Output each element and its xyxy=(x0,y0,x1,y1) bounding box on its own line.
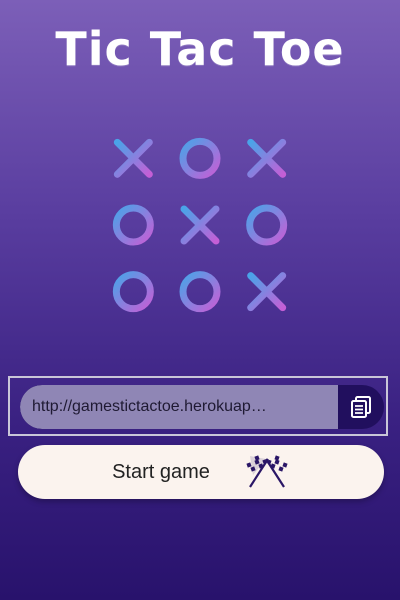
x-mark xyxy=(247,138,287,178)
copy-icon xyxy=(351,396,371,418)
checkered-flags-icon xyxy=(246,455,288,488)
o-mark xyxy=(246,204,288,246)
url-pill: http://gamestictactoe.herokuap… xyxy=(20,385,384,429)
o-mark xyxy=(112,204,154,246)
tic-tac-toe-board xyxy=(101,126,299,324)
board-logo xyxy=(100,125,300,325)
o-mark xyxy=(179,137,221,179)
copy-button[interactable] xyxy=(338,385,384,429)
o-mark xyxy=(112,271,154,313)
start-game-button[interactable]: Start game xyxy=(18,445,384,499)
url-frame: http://gamestictactoe.herokuap… xyxy=(8,376,388,436)
start-game-label: Start game xyxy=(112,460,210,483)
game-url-field[interactable]: http://gamestictactoe.herokuap… xyxy=(20,385,338,429)
game-title: Tic Tac Toe xyxy=(55,22,345,76)
o-mark xyxy=(179,271,221,313)
x-mark xyxy=(180,205,220,245)
x-mark xyxy=(113,138,153,178)
x-mark xyxy=(247,272,287,312)
